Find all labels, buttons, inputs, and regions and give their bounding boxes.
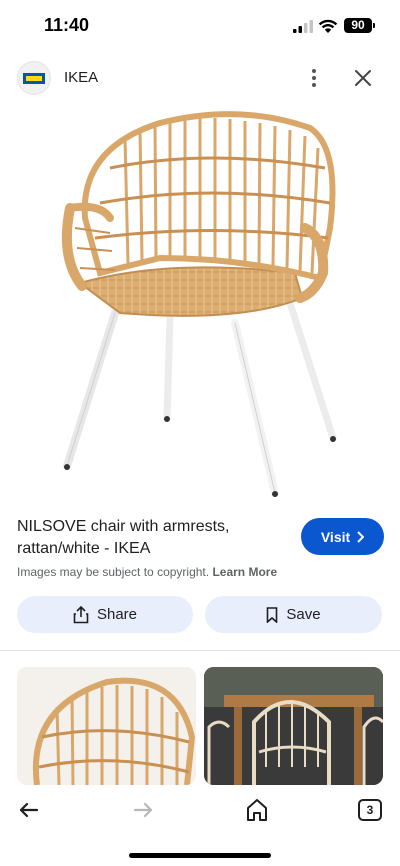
bookmark-icon bbox=[267, 606, 278, 623]
copyright-notice: Images may be subject to copyright. Lear… bbox=[17, 565, 277, 579]
back-arrow-icon[interactable] bbox=[16, 797, 42, 823]
source-header: IKEA bbox=[0, 58, 400, 100]
close-icon[interactable] bbox=[351, 66, 375, 90]
wifi-icon bbox=[318, 19, 338, 33]
learn-more-link[interactable]: Learn More bbox=[212, 565, 277, 579]
cellular-signal-icon bbox=[293, 20, 313, 33]
product-image[interactable] bbox=[40, 108, 360, 503]
tab-switcher-button[interactable]: 3 bbox=[358, 799, 382, 821]
visit-label: Visit bbox=[320, 528, 351, 545]
bottom-navigation-bar: 3 bbox=[0, 785, 400, 866]
battery-indicator: 90 bbox=[344, 18, 372, 33]
chevron-right-icon bbox=[357, 530, 365, 543]
share-label: Share bbox=[96, 606, 138, 623]
related-image-thumbnail[interactable] bbox=[204, 667, 383, 785]
share-button[interactable]: Share bbox=[17, 596, 193, 633]
status-bar: 11:40 90 bbox=[0, 0, 400, 50]
site-name[interactable]: IKEA bbox=[64, 69, 98, 86]
forward-arrow-icon[interactable] bbox=[130, 797, 156, 823]
copyright-text: Images may be subject to copyright. bbox=[17, 565, 210, 579]
ikea-logo-icon[interactable] bbox=[17, 61, 51, 95]
visit-button[interactable]: Visit bbox=[301, 518, 384, 555]
share-icon bbox=[73, 605, 89, 623]
related-image-thumbnail[interactable] bbox=[17, 667, 196, 785]
home-icon[interactable] bbox=[244, 797, 270, 823]
save-label: Save bbox=[286, 606, 321, 623]
product-title[interactable]: NILSOVE chair with armrests, rattan/whit… bbox=[17, 516, 287, 560]
status-time: 11:40 bbox=[44, 15, 90, 35]
product-info: NILSOVE chair with armrests, rattan/whit… bbox=[17, 516, 287, 560]
battery-tip bbox=[373, 23, 375, 28]
save-button[interactable]: Save bbox=[205, 596, 382, 633]
more-options-button[interactable] bbox=[302, 66, 326, 90]
section-divider bbox=[0, 650, 400, 651]
home-indicator[interactable] bbox=[129, 853, 271, 858]
